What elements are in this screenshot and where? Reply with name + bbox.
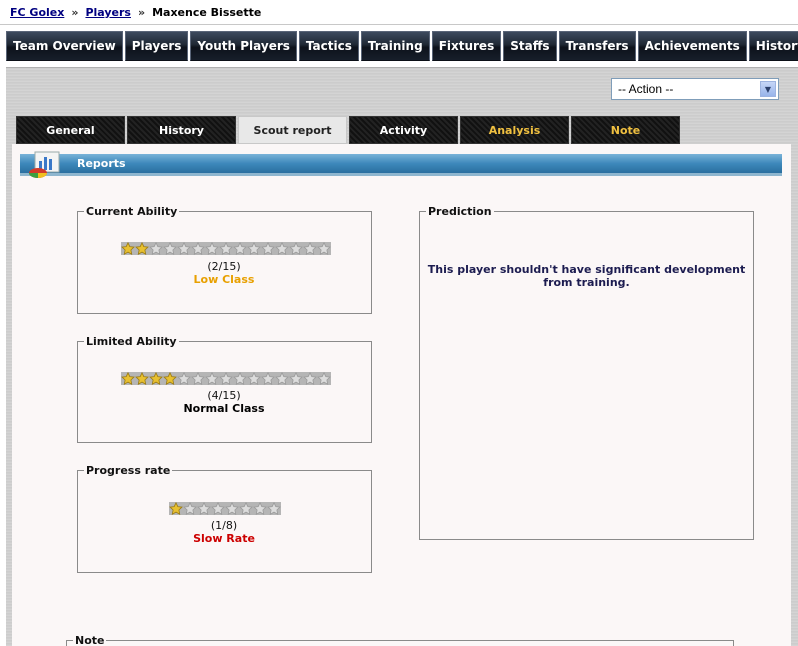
breadcrumb-separator: » xyxy=(137,6,146,19)
action-select-value: -- Action -- xyxy=(618,82,674,96)
tab-scout-report[interactable]: Scout report xyxy=(238,116,347,144)
nav-training[interactable]: Training xyxy=(360,31,430,61)
star-empty-icon xyxy=(163,242,177,255)
star-empty-icon xyxy=(191,372,205,385)
nav-transfers[interactable]: Transfers xyxy=(558,31,636,61)
current-ability-stars xyxy=(121,242,331,255)
star-empty-icon xyxy=(177,242,191,255)
note-box: Note xyxy=(66,634,734,646)
star-empty-icon xyxy=(205,372,219,385)
star-empty-icon xyxy=(219,242,233,255)
breadcrumb-divider xyxy=(0,24,798,25)
report-chart-icon xyxy=(29,151,60,178)
limited-ability-stars xyxy=(121,372,331,385)
prediction-legend: Prediction xyxy=(428,205,492,218)
nav-staffs[interactable]: Staffs xyxy=(503,31,557,61)
star-empty-icon xyxy=(253,502,267,515)
section-title: Reports xyxy=(77,157,126,170)
progress-rate-stars xyxy=(169,502,281,515)
star-empty-icon xyxy=(275,242,289,255)
star-filled-icon xyxy=(163,372,177,385)
star-empty-icon xyxy=(233,242,247,255)
reports-header-bar xyxy=(20,154,782,176)
star-empty-icon xyxy=(205,242,219,255)
star-empty-icon xyxy=(149,242,163,255)
star-empty-icon xyxy=(303,242,317,255)
star-empty-icon xyxy=(317,242,331,255)
star-empty-icon xyxy=(317,372,331,385)
star-empty-icon xyxy=(289,372,303,385)
limited-ability-class: Normal Class xyxy=(183,402,265,415)
action-select[interactable]: -- Action -- ▼ xyxy=(611,78,779,100)
star-empty-icon xyxy=(197,502,211,515)
star-filled-icon xyxy=(149,372,163,385)
limited-ability-score: (4/15) xyxy=(207,389,241,402)
star-empty-icon xyxy=(211,502,225,515)
player-tabs: General History Scout report Activity An… xyxy=(16,116,680,144)
current-ability-class: Low Class xyxy=(193,273,255,286)
tab-general[interactable]: General xyxy=(16,116,125,144)
current-ability-legend: Current Ability xyxy=(86,205,178,218)
breadcrumb-club-link[interactable]: FC Golex xyxy=(10,6,64,19)
star-filled-icon xyxy=(121,372,135,385)
star-filled-icon xyxy=(135,242,149,255)
star-empty-icon xyxy=(261,242,275,255)
tab-note[interactable]: Note xyxy=(571,116,680,144)
breadcrumb-player-name: Maxence Bissette xyxy=(152,6,262,19)
star-filled-icon xyxy=(121,242,135,255)
tab-history[interactable]: History xyxy=(127,116,236,144)
nav-tactics[interactable]: Tactics xyxy=(298,31,359,61)
progress-rate-class: Slow Rate xyxy=(193,532,255,545)
star-empty-icon xyxy=(289,242,303,255)
main-nav: Team Overview Players Youth Players Tact… xyxy=(6,31,798,61)
prediction-text: This player shouldn't have significant d… xyxy=(427,263,746,289)
star-empty-icon xyxy=(177,372,191,385)
breadcrumb-players-link[interactable]: Players xyxy=(85,6,131,19)
star-empty-icon xyxy=(191,242,205,255)
star-empty-icon xyxy=(267,502,281,515)
progress-rate-score: (1/8) xyxy=(210,519,238,532)
nav-fixtures[interactable]: Fixtures xyxy=(431,31,502,61)
nav-players[interactable]: Players xyxy=(124,31,189,61)
nav-youth-players[interactable]: Youth Players xyxy=(190,31,297,61)
star-empty-icon xyxy=(303,372,317,385)
chevron-down-icon[interactable]: ▼ xyxy=(760,81,776,97)
star-empty-icon xyxy=(225,502,239,515)
star-filled-icon xyxy=(169,502,183,515)
star-empty-icon xyxy=(183,502,197,515)
breadcrumb-separator: » xyxy=(71,6,79,19)
note-legend: Note xyxy=(75,634,105,646)
star-empty-icon xyxy=(275,372,289,385)
tab-analysis[interactable]: Analysis xyxy=(460,116,569,144)
star-empty-icon xyxy=(233,372,247,385)
current-ability-score: (2/15) xyxy=(207,260,241,273)
star-empty-icon xyxy=(239,502,253,515)
breadcrumb: FC Golex » Players » Maxence Bissette xyxy=(10,6,261,19)
star-empty-icon xyxy=(219,372,233,385)
prediction-box: Prediction xyxy=(419,205,754,540)
star-empty-icon xyxy=(261,372,275,385)
nav-achievements[interactable]: Achievements xyxy=(637,31,747,61)
progress-rate-legend: Progress rate xyxy=(86,464,171,477)
limited-ability-legend: Limited Ability xyxy=(86,335,177,348)
star-filled-icon xyxy=(135,372,149,385)
nav-history[interactable]: History xyxy=(748,31,798,61)
star-empty-icon xyxy=(247,242,261,255)
tab-activity[interactable]: Activity xyxy=(349,116,458,144)
nav-team-overview[interactable]: Team Overview xyxy=(6,31,123,61)
star-empty-icon xyxy=(247,372,261,385)
